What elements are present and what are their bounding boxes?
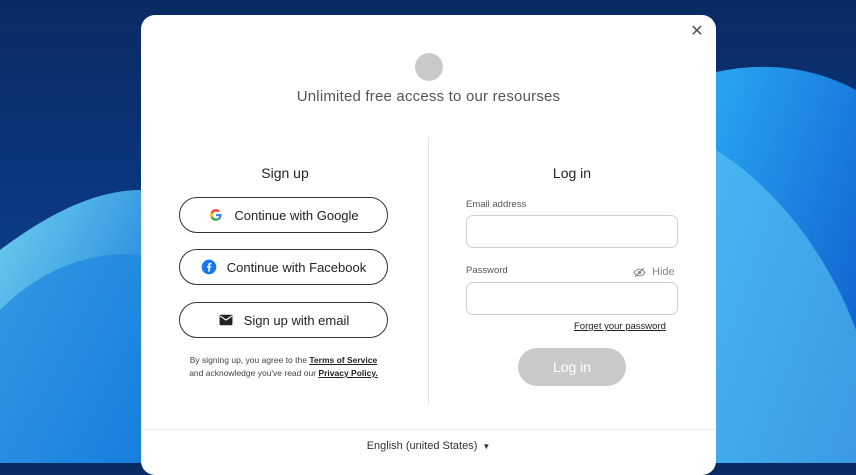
logo-placeholder: [415, 53, 443, 81]
facebook-icon: [201, 259, 217, 275]
terms-middle: and acknowledge you've read our: [189, 368, 317, 378]
language-selector[interactable]: English (united States) ▼: [141, 440, 716, 452]
hide-password-toggle[interactable]: Hide: [631, 264, 675, 280]
email-label: Email address: [466, 199, 527, 210]
login-title: Log in: [552, 165, 592, 181]
google-button-label: Continue with Google: [234, 207, 359, 223]
language-label: English (united States): [366, 440, 478, 452]
close-icon[interactable]: ✕: [688, 23, 706, 41]
caret-down-icon: ▼: [482, 442, 491, 451]
sign-up-with-email-button[interactable]: Sign up with email: [179, 302, 388, 338]
google-icon: [208, 207, 224, 223]
email-field[interactable]: [466, 215, 678, 248]
terms-of-service-link[interactable]: Terms of Service: [309, 355, 377, 365]
continue-with-google-button[interactable]: Continue with Google: [179, 197, 388, 233]
terms-prefix: By signing up, you agree to the: [189, 355, 307, 365]
modal-headline: Unlimited free access to our resourses: [296, 88, 561, 105]
password-field[interactable]: [466, 282, 678, 315]
privacy-policy-link[interactable]: Privacy Policy.: [318, 368, 377, 378]
hide-label: Hide: [652, 266, 675, 278]
terms-notice: By signing up, you agree to the Terms of…: [171, 354, 396, 380]
footer-divider: [141, 429, 716, 430]
auth-modal: ✕ Unlimited free access to our resourses…: [141, 15, 716, 475]
eye-slash-icon: [631, 264, 647, 280]
forgot-password-link[interactable]: Forget your password: [574, 321, 666, 332]
continue-with-facebook-button[interactable]: Continue with Facebook: [179, 249, 388, 285]
email-button-label: Sign up with email: [243, 312, 350, 328]
password-label: Password: [466, 265, 508, 276]
facebook-button-label: Continue with Facebook: [226, 259, 367, 275]
signup-title: Sign up: [261, 165, 309, 181]
login-button[interactable]: Log in: [518, 348, 626, 386]
section-divider: [428, 137, 429, 405]
envelope-icon: [218, 312, 234, 328]
